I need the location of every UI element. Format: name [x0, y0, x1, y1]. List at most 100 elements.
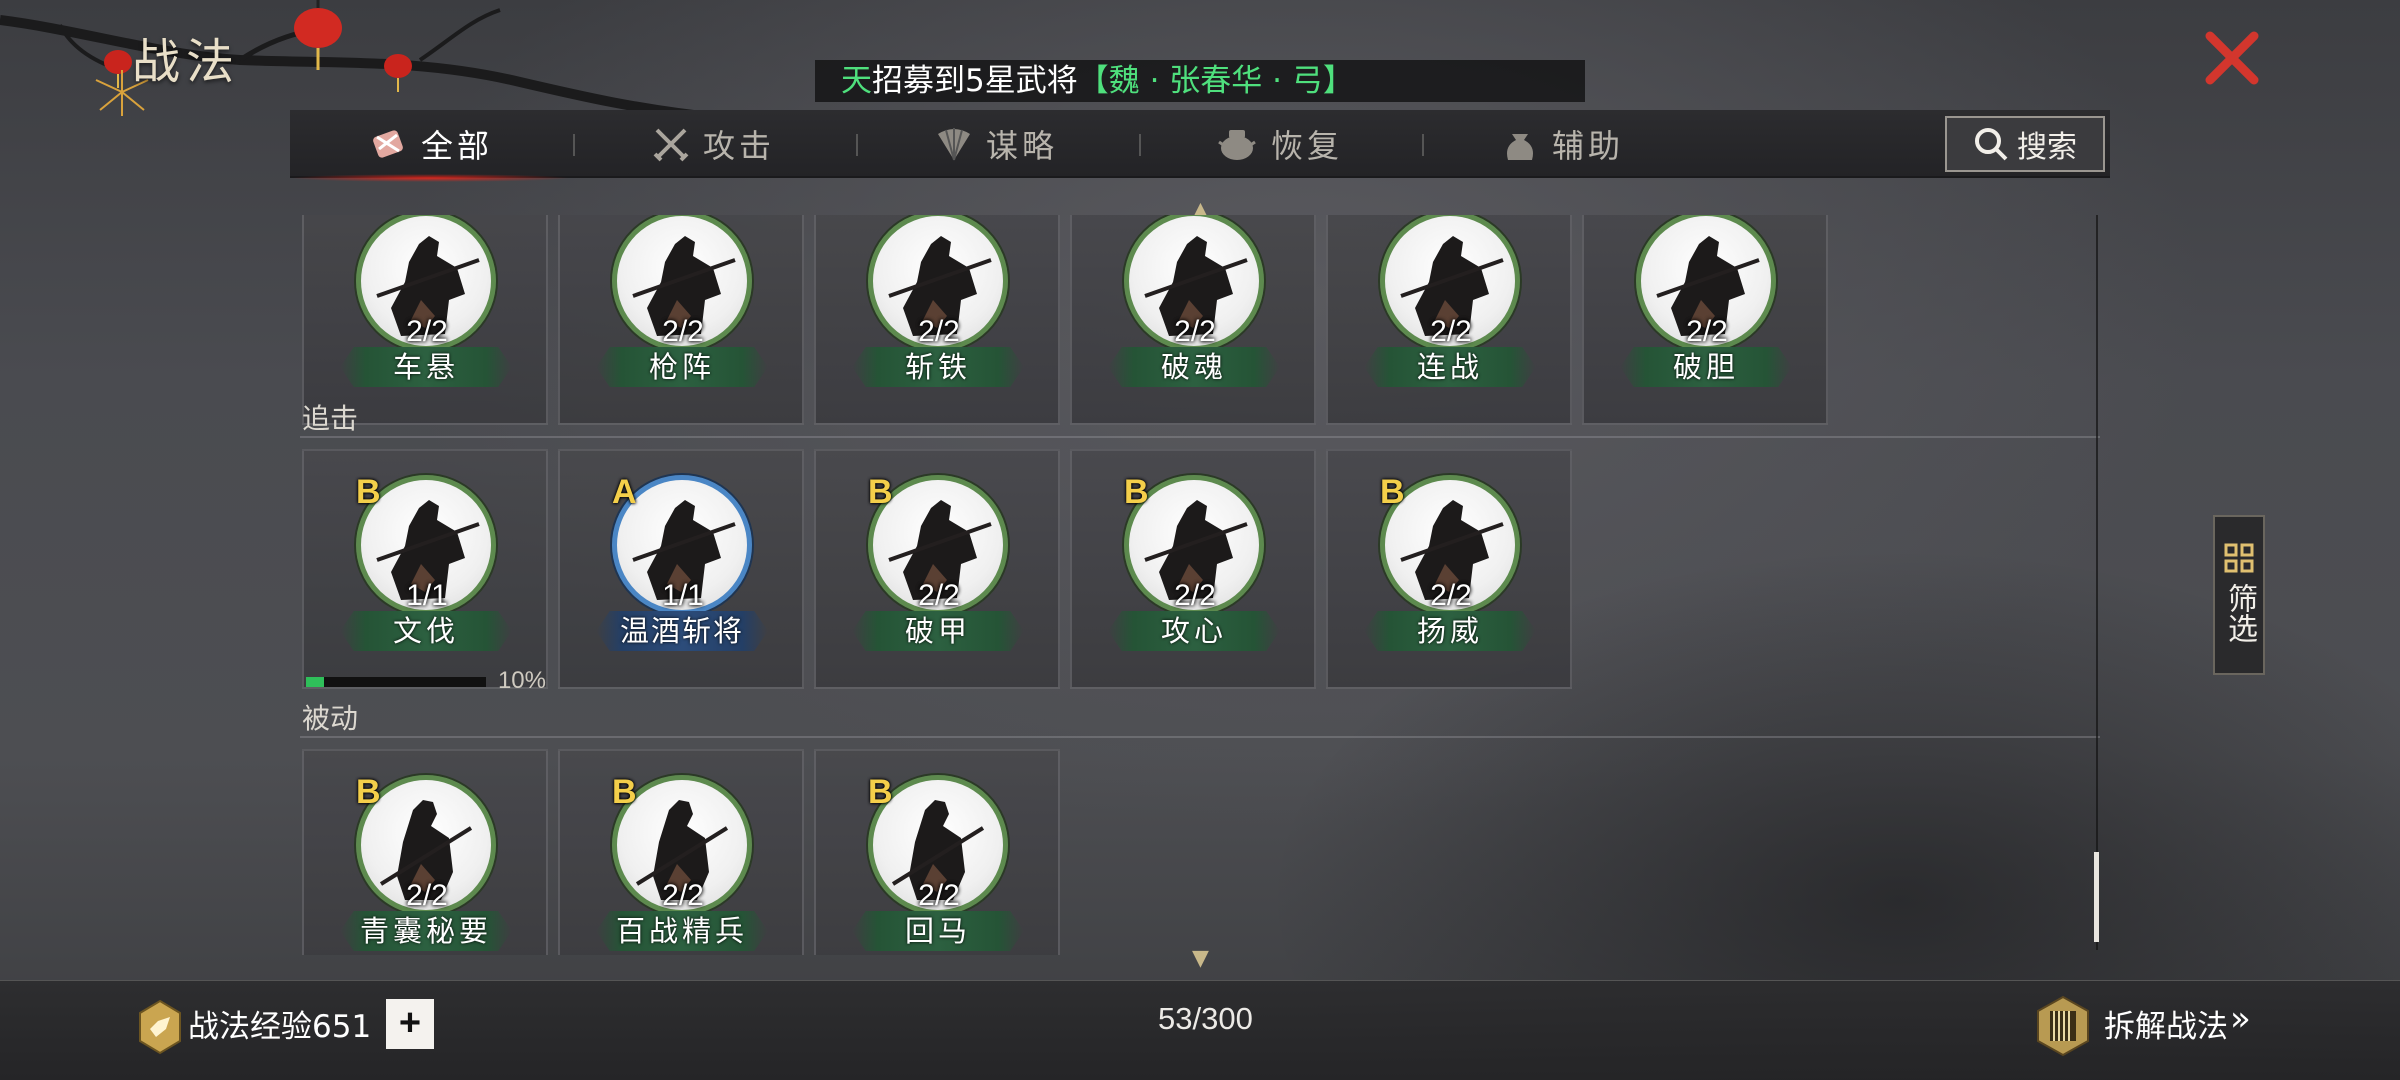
progress-track — [306, 677, 486, 687]
tactic-count-label: 2/2 — [662, 315, 704, 348]
tab-all[interactable]: 全部 — [290, 110, 570, 182]
section-label: 追击 — [302, 402, 359, 435]
tactic-exp-label: 战法经验651 — [188, 1009, 372, 1045]
tactic-card[interactable]: 2/2 破魂 — [1070, 215, 1316, 425]
tactic-card[interactable]: 2/2 破胆 — [1582, 215, 1828, 425]
tactic-name: 回马 — [852, 911, 1024, 951]
tactic-name: 枪阵 — [596, 347, 768, 387]
section-divider — [300, 436, 2100, 438]
tactic-count-label: 1/1 — [406, 579, 448, 612]
tactic-count-label: 2/2 — [1430, 315, 1472, 348]
tactic-exp-icon — [139, 999, 181, 1055]
tactic-count-label: 1/1 — [662, 579, 704, 612]
tab-label: 攻击 — [702, 127, 775, 165]
disassemble-icon — [2037, 995, 2089, 1057]
tactic-card[interactable]: B 1/1 文伐 10% — [302, 449, 548, 694]
tactic-card[interactable]: B 2/2 扬威 — [1326, 449, 1572, 689]
tactic-count-label: 2/2 — [662, 879, 704, 912]
tactic-count-label: 2/2 — [918, 315, 960, 348]
tactic-name: 扬威 — [1364, 611, 1536, 651]
lantern-icon — [104, 50, 132, 88]
tactic-card[interactable]: B 2/2 青囊秘要 — [302, 749, 548, 955]
progress-percent: 10% — [497, 667, 546, 694]
tactic-name: 破胆 — [1620, 347, 1792, 387]
tactic-count: 53/300 — [1158, 1001, 1253, 1036]
tactic-card[interactable]: 2/2 枪阵 — [558, 215, 804, 425]
tactic-count-label: 2/2 — [918, 579, 960, 612]
tactics-list: 2/2 车悬 2/2 枪阵 2/2 斩铁 2/2 破魂 2/2 连战 2/2 破胆 追击 B 1/1 文伐 10… — [290, 215, 2100, 955]
recruit-ticker: 天招募到5星武将【魏 · 张春华 · 弓】 — [815, 60, 1585, 102]
tactic-card[interactable]: 2/2 斩铁 — [814, 215, 1060, 425]
tactic-count-label: 2/2 — [1686, 315, 1728, 348]
tactic-card[interactable]: B 2/2 破甲 — [814, 449, 1060, 689]
progress-fill — [306, 677, 324, 687]
chevron-right-icon[interactable]: » — [2230, 999, 2251, 1039]
category-tab-bar: 全部 攻击 谋略 恢复 辅助 搜索 — [290, 110, 2110, 182]
tab-label: 恢复 — [1270, 127, 1343, 165]
grade-badge: B — [868, 773, 893, 811]
crossed-swords-icon — [653, 128, 689, 162]
ticker-general: 【魏 · 张春华 · 弓】 — [1077, 63, 1354, 99]
ticker-player: 天 — [841, 63, 872, 99]
tactic-name: 破魂 — [1108, 347, 1280, 387]
tactic-name: 温酒斩将 — [596, 611, 768, 651]
grade-badge: B — [868, 473, 893, 511]
section-label: 被动 — [302, 702, 359, 735]
page-title: 战法 — [132, 34, 241, 90]
tactic-name: 车悬 — [340, 347, 512, 387]
tactic-name: 攻心 — [1108, 611, 1280, 651]
add-exp-button[interactable]: + — [386, 999, 434, 1049]
ticker-message: 招募到5星武将 — [872, 63, 1078, 99]
scroll-down-icon[interactable]: ▼ — [1192, 946, 1209, 971]
tactic-card[interactable]: 2/2 车悬 — [302, 215, 548, 425]
tab-label: 辅助 — [1551, 127, 1624, 165]
recover-pot-icon — [1218, 130, 1256, 160]
close-icon[interactable] — [2200, 26, 2264, 90]
tab-attack[interactable]: 攻击 — [573, 110, 853, 178]
tactic-card[interactable]: B 2/2 百战精兵 — [558, 749, 804, 955]
grade-badge: B — [612, 773, 637, 811]
tab-recover[interactable]: 恢复 — [1139, 110, 1419, 178]
grid-icon — [2224, 543, 2254, 573]
tactic-count-label: 2/2 — [1430, 579, 1472, 612]
tactic-name: 青囊秘要 — [340, 911, 512, 951]
tab-label: 谋略 — [985, 127, 1058, 165]
grade-badge: A — [612, 473, 637, 511]
tactic-count-label: 2/2 — [406, 879, 448, 912]
tactic-name: 文伐 — [340, 611, 512, 651]
lantern-icon — [384, 54, 412, 92]
section-divider — [300, 736, 2100, 738]
tactic-count-label: 2/2 — [918, 879, 960, 912]
tactic-name: 百战精兵 — [596, 911, 768, 951]
filter-button[interactable]: 筛选 — [2213, 515, 2265, 675]
tactic-card[interactable]: 2/2 连战 — [1326, 215, 1572, 425]
tab-label: 全部 — [420, 127, 493, 165]
grade-badge: B — [1380, 473, 1405, 511]
search-label: 搜索 — [2017, 130, 2077, 165]
tactic-card[interactable]: B 2/2 攻心 — [1070, 449, 1316, 689]
tactic-name: 斩铁 — [852, 347, 1024, 387]
filter-label: 筛选 — [2222, 583, 2257, 643]
tactic-name: 连战 — [1364, 347, 1536, 387]
support-bag-icon — [1506, 134, 1533, 160]
search-icon — [1975, 128, 2008, 161]
grade-badge: B — [356, 773, 381, 811]
tactic-count-label: 2/2 — [1174, 579, 1216, 612]
tab-support[interactable]: 辅助 — [1422, 110, 1702, 178]
bottom-bar: 战法经验651 + 53/300 拆解战法 » — [0, 980, 2400, 1080]
tactic-name: 破甲 — [852, 611, 1024, 651]
tactic-count-label: 2/2 — [1174, 315, 1216, 348]
strategy-fan-icon — [937, 128, 970, 161]
all-bundle-icon — [373, 130, 403, 158]
grade-badge: B — [356, 473, 381, 511]
scrollbar-track — [2096, 215, 2098, 950]
tactic-card[interactable]: A 1/1 温酒斩将 — [558, 449, 804, 689]
tactic-card[interactable]: B 2/2 回马 — [814, 749, 1060, 955]
scrollbar-thumb[interactable] — [2094, 852, 2099, 942]
tactic-count-label: 2/2 — [406, 315, 448, 348]
grade-badge: B — [1124, 473, 1149, 511]
disassemble-button[interactable]: 拆解战法 — [2104, 1001, 2228, 1046]
tab-strategy[interactable]: 谋略 — [856, 110, 1136, 178]
search-button[interactable]: 搜索 — [1945, 116, 2105, 172]
tactic-progress: 10% — [304, 667, 548, 694]
